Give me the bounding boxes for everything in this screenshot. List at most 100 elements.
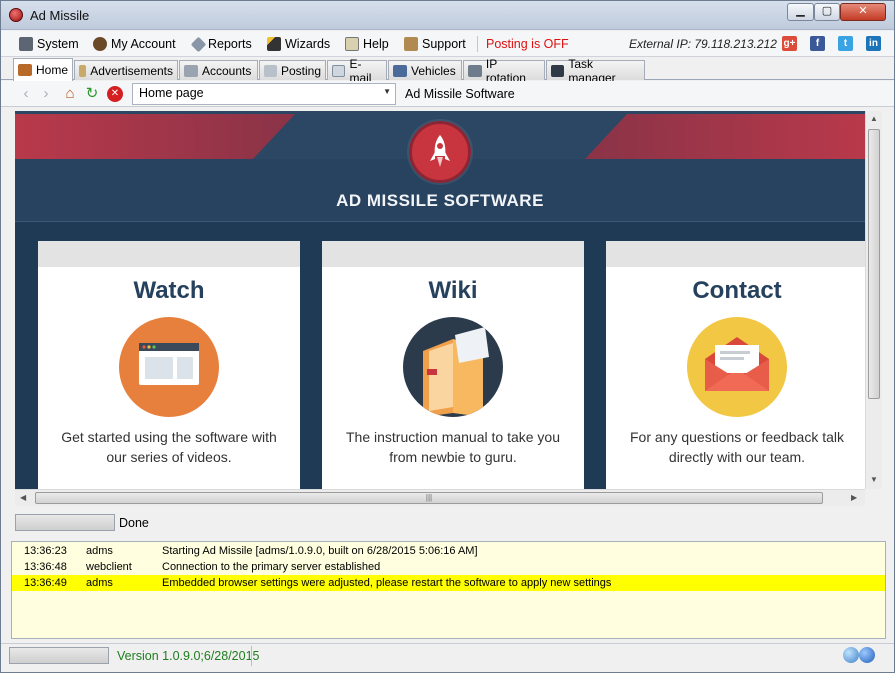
hero-red-stripe-right	[585, 114, 865, 159]
tab-email[interactable]: E-mail	[327, 57, 387, 85]
log-time: 13:36:23	[24, 545, 67, 557]
tab-posting[interactable]: Posting	[259, 60, 326, 80]
title-bar: Ad Missile ▁ ▢ ✕	[1, 1, 894, 30]
twitter-icon[interactable]: t	[838, 36, 853, 51]
minimize-button[interactable]: ▁	[787, 3, 814, 21]
tab-ip-rotation[interactable]: IP rotation	[463, 57, 545, 85]
app-logo-icon	[9, 8, 23, 22]
watch-card-text: Get started using the software with our …	[61, 429, 277, 465]
log-message: Connection to the primary server establi…	[162, 561, 381, 573]
vertical-scroll-thumb[interactable]	[868, 129, 880, 399]
hero-red-stripe-left	[15, 114, 295, 159]
network-globe-icon[interactable]	[843, 647, 859, 663]
log-source: adms	[86, 545, 113, 557]
maximize-button[interactable]: ▢	[814, 3, 840, 21]
menu-help[interactable]: Help	[345, 35, 389, 53]
menu-support-label: Support	[422, 37, 466, 51]
wiki-card-title: Wiki	[428, 277, 478, 304]
home-icon[interactable]: ⌂	[61, 85, 79, 103]
help-book-icon	[345, 37, 359, 51]
event-log[interactable]: 13:36:23 adms Starting Ad Missile [adms/…	[11, 541, 886, 639]
tab-advertisements-label: Advertisements	[90, 63, 173, 78]
window-title: Ad Missile	[30, 8, 90, 23]
tab-advertisements[interactable]: Advertisements	[74, 60, 178, 80]
menu-wizards[interactable]: Wizards	[267, 35, 330, 53]
wiki-card[interactable]: Wiki The instruction manual to take you …	[322, 241, 584, 489]
log-source: webclient	[86, 561, 132, 573]
log-time: 13:36:48	[24, 561, 67, 573]
card-shade	[38, 241, 300, 267]
email-icon	[332, 64, 346, 77]
hero-title: AD MISSILE SOFTWARE	[336, 191, 544, 210]
rocket-icon	[430, 135, 450, 167]
rocket-logo[interactable]	[409, 121, 471, 183]
reports-icon	[190, 36, 207, 52]
page-title: Ad Missile Software	[405, 87, 515, 101]
wand-icon	[267, 37, 281, 51]
menu-reports-label: Reports	[208, 37, 252, 51]
linkedin-icon[interactable]: in	[866, 36, 881, 51]
car-icon	[393, 64, 407, 77]
menu-separator	[477, 36, 478, 52]
book-icon	[403, 317, 503, 417]
tab-home[interactable]: Home	[13, 58, 73, 81]
envelope-icon	[687, 317, 787, 417]
tab-posting-label: Posting	[280, 63, 321, 78]
close-window-button[interactable]: ✕	[840, 3, 886, 21]
menu-my-account-label: My Account	[111, 37, 176, 51]
forward-arrow-icon[interactable]: ›	[37, 85, 55, 103]
menu-system-label: System	[37, 37, 79, 51]
tab-home-label: Home	[35, 63, 68, 77]
task-progress	[9, 647, 109, 664]
app-window: Ad Missile ▁ ▢ ✕ System My Account Repor…	[0, 0, 895, 673]
ip-rotation-icon	[468, 64, 482, 77]
navigation-bar: ‹ › ⌂ ↻ ✕ Home page ▼ Ad Missile Softwar…	[1, 81, 894, 107]
tab-strip: Home Advertisements Accounts Posting E-m…	[1, 57, 894, 85]
log-row-highlighted[interactable]: 13:36:49 adms Embedded browser settings …	[12, 575, 885, 591]
vertical-scrollbar[interactable]: ▲ ▼	[865, 111, 882, 489]
user-icon	[93, 37, 107, 51]
stop-icon[interactable]: ✕	[107, 86, 123, 102]
card-shade	[322, 241, 584, 267]
log-row[interactable]: 13:36:23 adms Starting Ad Missile [adms/…	[12, 543, 885, 559]
back-arrow-icon[interactable]: ‹	[17, 85, 35, 103]
app-status-bar: Version 1.0.9.0;6/28/2015	[1, 643, 894, 672]
menu-system[interactable]: System	[19, 35, 79, 53]
tab-vehicles[interactable]: Vehicles	[388, 60, 462, 80]
log-source: adms	[86, 577, 113, 589]
browser-status-bar: Done	[11, 511, 886, 535]
watch-card[interactable]: Watch Get started using the software wit…	[38, 241, 300, 489]
posting-status: Posting is OFF	[486, 37, 569, 51]
google-plus-icon[interactable]: g+	[782, 36, 797, 51]
contact-card[interactable]: Contact For any questions or feedback ta…	[606, 241, 865, 489]
tab-accounts-label: Accounts	[202, 63, 252, 78]
address-value: Home page	[139, 86, 204, 100]
menu-my-account[interactable]: My Account	[93, 35, 176, 53]
menu-wizards-label: Wizards	[285, 37, 331, 51]
scroll-left-icon[interactable]: ◀	[20, 493, 26, 502]
scroll-down-icon[interactable]: ▼	[870, 475, 878, 484]
log-message: Starting Ad Missile [adms/1.0.9.0, built…	[162, 545, 478, 557]
open-book-icon	[423, 327, 489, 417]
refresh-icon[interactable]: ↻	[83, 85, 101, 103]
scroll-up-icon[interactable]: ▲	[870, 114, 878, 123]
tab-accounts[interactable]: Accounts	[179, 60, 258, 80]
menu-reports[interactable]: Reports	[190, 35, 252, 53]
scroll-right-icon[interactable]: ▶	[851, 493, 857, 502]
status-separator	[251, 646, 252, 666]
page-load-progress	[15, 514, 115, 531]
facebook-icon[interactable]: f	[810, 36, 825, 51]
horizontal-scroll-thumb[interactable]: |||	[35, 492, 823, 504]
server-globe-icon[interactable]	[859, 647, 875, 663]
menu-support[interactable]: Support	[404, 35, 466, 53]
address-dropdown[interactable]: Home page ▼	[132, 83, 396, 105]
browser-status-text: Done	[119, 516, 149, 530]
tab-vehicles-label: Vehicles	[411, 63, 456, 78]
log-time: 13:36:49	[24, 577, 67, 589]
wiki-card-text: The instruction manual to take you from …	[345, 429, 560, 465]
log-row[interactable]: 13:36:48 webclient Connection to the pri…	[12, 559, 885, 575]
horizontal-scrollbar[interactable]: ◀ ||| ▶	[15, 489, 865, 506]
video-icon	[119, 317, 219, 417]
tab-task-manager[interactable]: Task manager	[546, 57, 645, 85]
watch-card-title: Watch	[133, 277, 205, 304]
